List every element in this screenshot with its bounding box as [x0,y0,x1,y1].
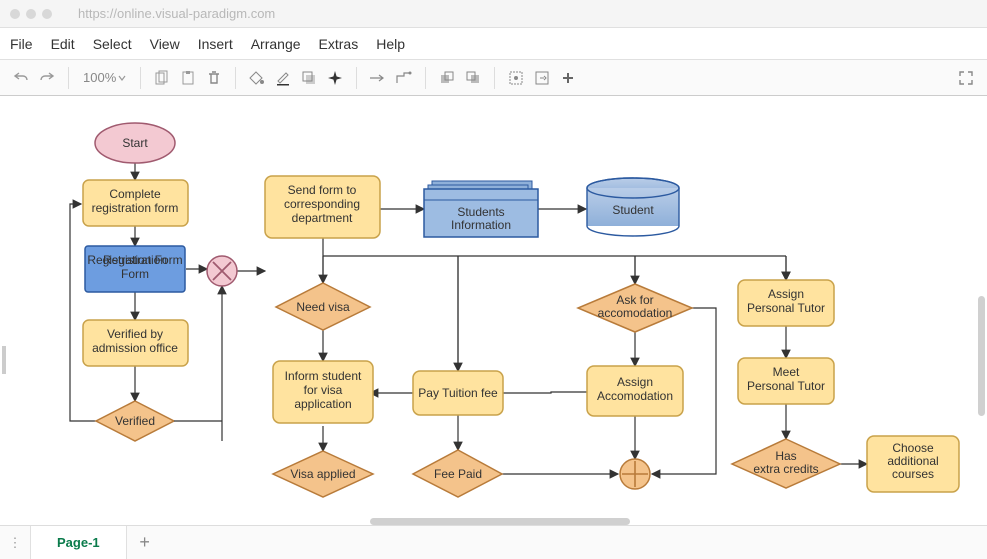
add-button[interactable] [557,67,579,89]
canvas[interactable]: Start Completeregistration form Registra… [0,96,987,525]
fill-color-button[interactable] [246,67,268,89]
delete-button[interactable] [203,67,225,89]
svg-text:Send form tocorrespondingdepar: Send form tocorrespondingdepartment [284,183,360,225]
node-complete-registration[interactable]: Completeregistration form [83,180,188,226]
page-tab-label: Page-1 [57,535,100,550]
menu-arrange[interactable]: Arrange [251,36,301,52]
menu-file[interactable]: File [10,36,33,52]
snap-button[interactable] [505,67,527,89]
window-min-dot[interactable] [26,9,36,19]
node-visa-applied[interactable]: Visa applied [273,451,373,497]
footer: ⋮ Page-1 + [0,525,987,559]
node-students-information[interactable]: StudentsInformation [424,181,538,237]
svg-text:StudentsInformation: StudentsInformation [451,205,511,232]
copy-button[interactable] [151,67,173,89]
edge-assignacc-pay[interactable] [494,392,599,393]
label: Pay Tuition fee [418,386,498,400]
window-close-dot[interactable] [10,9,20,19]
menu-extras[interactable]: Extras [319,36,359,52]
add-page-button[interactable]: + [127,532,163,553]
label: Fee Paid [434,467,482,481]
zoom-selector[interactable]: 100% [79,70,130,85]
window-max-dot[interactable] [42,9,52,19]
menu-select[interactable]: Select [93,36,132,52]
node-registration-form[interactable]: Registration Form RegistrationForm [85,246,185,292]
menu-help[interactable]: Help [376,36,405,52]
node-pay-tuition[interactable]: Pay Tuition fee [413,371,503,415]
pages-menu-icon[interactable]: ⋮ [0,535,30,551]
to-front-button[interactable] [436,67,458,89]
connection-button[interactable] [367,67,389,89]
menu-view[interactable]: View [150,36,180,52]
node-assign-tutor[interactable]: AssignPersonal Tutor [738,280,834,326]
line-color-button[interactable] [272,67,294,89]
label: Verified [115,414,155,428]
style-button[interactable] [324,67,346,89]
shadow-button[interactable] [298,67,320,89]
browser-chrome: https://online.visual-paradigm.com [0,0,987,28]
svg-text:Chooseadditionalcourses: Chooseadditionalcourses [887,441,938,481]
node-start-label: Start [122,136,148,150]
node-choose-courses[interactable]: Chooseadditionalcourses [867,436,959,492]
node-send-form[interactable]: Send form tocorrespondingdepartment [265,176,380,238]
label: Visa applied [290,467,355,481]
node-sum-gateway[interactable] [620,459,650,489]
to-back-button[interactable] [462,67,484,89]
node-student-db[interactable]: Student [587,178,679,236]
zoom-value: 100% [83,70,116,85]
menu-insert[interactable]: Insert [198,36,233,52]
ruler-mark [2,346,6,374]
label: Need visa [296,300,350,314]
menubar: File Edit Select View Insert Arrange Ext… [0,28,987,60]
node-ask-accommodation[interactable]: Ask foraccomodation [578,284,692,332]
fit-button[interactable] [531,67,553,89]
vertical-scrollbar[interactable] [978,296,985,416]
waypoint-button[interactable] [393,67,415,89]
node-gateway-x[interactable] [207,256,237,286]
node-assign-accommodation[interactable]: AssignAccomodation [587,366,683,416]
url-text: https://online.visual-paradigm.com [78,6,275,21]
page-tab-1[interactable]: Page-1 [30,526,127,559]
redo-button[interactable] [36,67,58,89]
undo-button[interactable] [10,67,32,89]
node-fee-paid[interactable]: Fee Paid [413,450,502,497]
horizontal-scrollbar[interactable] [370,518,630,525]
fullscreen-button[interactable] [955,67,977,89]
toolbar: 100% [0,60,987,96]
node-has-credits[interactable]: Hasextra credits [732,439,840,488]
label: Student [612,203,654,217]
node-verified-decision[interactable]: Verified [96,401,222,441]
paste-button[interactable] [177,67,199,89]
node-meet-tutor[interactable]: MeetPersonal Tutor [738,358,834,404]
node-start[interactable]: Start [95,123,175,163]
node-need-visa[interactable]: Need visa [276,283,370,330]
menu-edit[interactable]: Edit [51,36,75,52]
node-inform-student[interactable]: Inform studentfor visaapplication [273,361,373,423]
node-verified-by-admission[interactable]: Verified byadmission office [83,320,188,366]
edge-verified-loop[interactable] [70,204,101,421]
